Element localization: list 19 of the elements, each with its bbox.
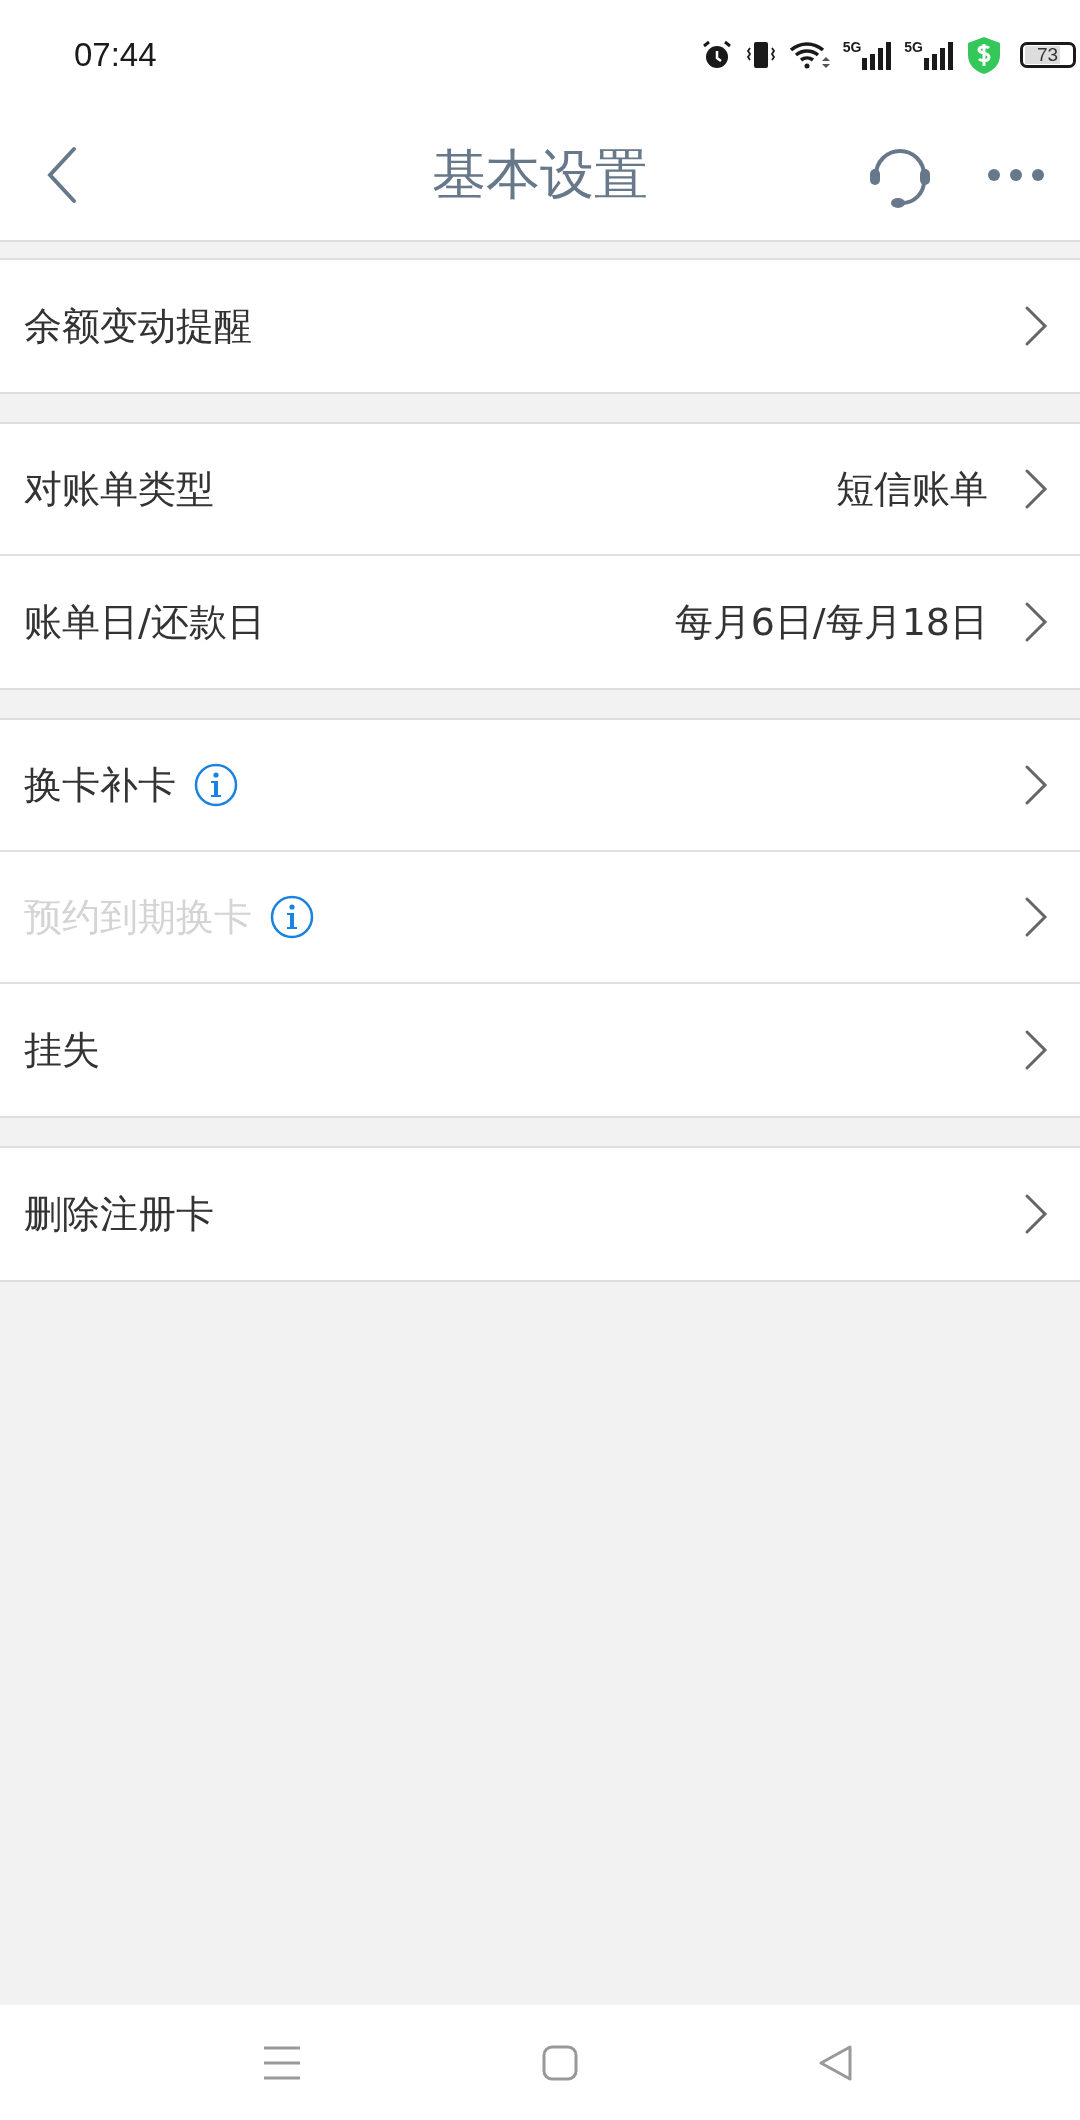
- row-label: 换卡补卡: [24, 761, 176, 809]
- settings-row[interactable]: 对账单类型 短信账单: [0, 424, 1080, 556]
- settings-row[interactable]: 挂失: [0, 984, 1080, 1116]
- network-type: 5G: [904, 40, 923, 54]
- battery-icon: 73: [1020, 42, 1076, 68]
- row-value: 每月6日/每月18日: [674, 598, 988, 646]
- row-label: 挂失: [24, 1026, 100, 1074]
- settings-row[interactable]: 账单日/还款日 每月6日/每月18日: [0, 556, 1080, 688]
- row-label: 余额变动提醒: [24, 302, 252, 350]
- row-value: 短信账单: [836, 465, 988, 513]
- row-label: 删除注册卡: [24, 1190, 214, 1238]
- row-label: 对账单类型: [24, 465, 214, 513]
- page-title: 基本设置: [432, 141, 648, 208]
- status-time: 07:44: [74, 36, 157, 74]
- network-type: 5G: [842, 40, 862, 54]
- settings-row[interactable]: 余额变动提醒: [0, 260, 1080, 392]
- settings-row[interactable]: 换卡补卡: [0, 720, 1080, 852]
- row-label: 账单日/还款日: [24, 598, 265, 646]
- settings-row[interactable]: 删除注册卡: [0, 1148, 1080, 1280]
